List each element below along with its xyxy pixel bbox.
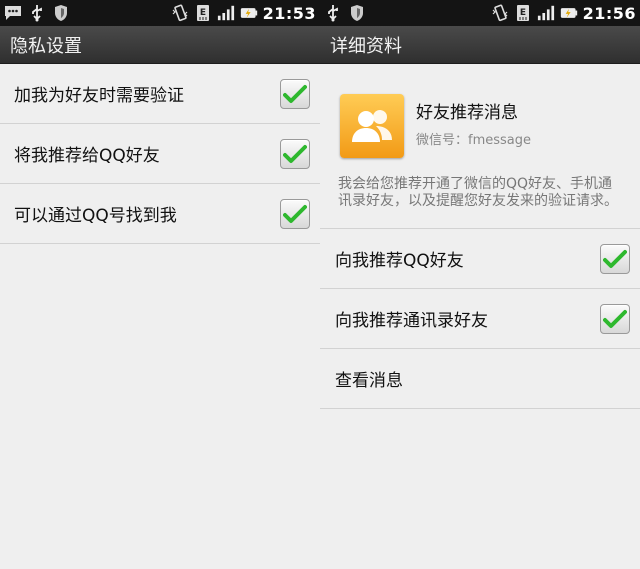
page-title: 详细资料 [320,26,640,64]
data-e-icon: E [514,4,532,22]
recommend-qq-friends-checkbox[interactable] [600,243,630,274]
screen-profile-details: E 21:56 详细资料 好友推荐消息 微信号：fmessage 我会给您推荐开… [320,0,640,569]
setting-label: 向我推荐QQ好友 [335,251,464,271]
checkmark-icon [283,84,307,103]
status-bar: E 21:53 [0,0,320,26]
profile-header: 好友推荐消息 微信号：fmessage [320,64,640,158]
data-e-icon: E [194,4,212,22]
shield-icon[interactable] [52,4,70,22]
page-title: 隐私设置 [0,26,320,64]
setting-row-recommend-qq-friends[interactable]: 向我推荐QQ好友 [320,229,640,289]
recommend-to-qq-checkbox[interactable] [280,138,310,169]
contacts-icon [352,110,392,142]
profile-description: 我会给您推荐开通了微信的QQ好友、手机通讯录好友，以及提醒您好友发来的验证请求。 [338,176,618,209]
setting-label: 加我为好友时需要验证 [14,86,184,106]
signal-icon [537,4,555,22]
vibrate-icon [491,4,509,22]
status-bar: E 21:56 [320,0,640,26]
setting-label: 将我推荐给QQ好友 [14,146,160,166]
checkmark-icon [283,144,307,163]
usb-icon[interactable] [28,4,46,22]
battery-charging-icon [240,4,258,22]
status-time: 21:56 [582,3,636,23]
recommend-contacts-checkbox[interactable] [600,303,630,334]
setting-label: 向我推荐通讯录好友 [335,311,488,331]
shield-icon[interactable] [348,4,366,22]
find-by-qq-checkbox[interactable] [280,198,310,229]
setting-row-recommend-to-qq[interactable]: 将我推荐给QQ好友 [0,124,320,184]
view-messages-button[interactable]: 查看消息 [320,349,640,409]
signal-icon [217,4,235,22]
screen-privacy-settings: E 21:53 隐私设置 加我为好友时需要验证 将我推荐给QQ好友 可以通过QQ… [0,0,320,569]
svg-text:E: E [199,8,205,18]
vibrate-icon [171,4,189,22]
checkmark-icon [603,249,627,268]
checkmark-icon [283,204,307,223]
status-time: 21:53 [262,3,316,23]
require-verification-checkbox[interactable] [280,78,310,109]
profile-wechat-id: 微信号：fmessage [416,133,532,148]
battery-charging-icon [560,4,578,22]
setting-row-require-verification[interactable]: 加我为好友时需要验证 [0,64,320,124]
avatar[interactable] [340,94,404,158]
view-messages-label: 查看消息 [335,371,403,391]
profile-name: 好友推荐消息 [416,103,518,123]
setting-label: 可以通过QQ号找到我 [14,206,177,226]
usb-icon[interactable] [324,4,342,22]
checkmark-icon [603,309,627,328]
setting-row-recommend-contacts[interactable]: 向我推荐通讯录好友 [320,289,640,349]
setting-row-find-by-qq[interactable]: 可以通过QQ号找到我 [0,184,320,244]
svg-text:E: E [519,8,525,18]
chat-notification-icon[interactable] [4,4,22,22]
